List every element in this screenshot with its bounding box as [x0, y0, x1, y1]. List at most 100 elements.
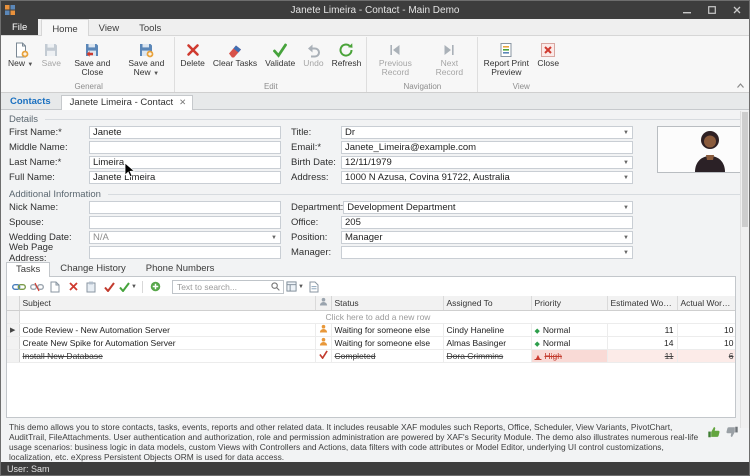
delete-button[interactable]: Delete: [176, 37, 209, 82]
tab-tools[interactable]: Tools: [129, 19, 171, 35]
column-header-estimated[interactable]: Estimated Work H...: [607, 296, 677, 310]
search-icon[interactable]: [271, 278, 280, 296]
manager-combo[interactable]: ▼: [341, 246, 633, 259]
cell-status[interactable]: Waiting for someone else: [331, 323, 443, 336]
task-actions-dropdown-icon[interactable]: ▼: [119, 279, 137, 294]
next-record-button[interactable]: Next Record: [422, 37, 476, 82]
delete-icon: [185, 40, 201, 59]
column-header-assigned-to[interactable]: Assigned To: [443, 296, 531, 310]
tab-home[interactable]: Home: [41, 19, 88, 36]
cell-estimated[interactable]: 11: [607, 349, 677, 362]
cell-status[interactable]: Completed: [331, 349, 443, 362]
undo-button[interactable]: Undo: [299, 37, 327, 82]
search-input[interactable]: [177, 282, 271, 292]
new-button[interactable]: New ▼: [4, 37, 37, 82]
task-row[interactable]: ▶ Code Review - New Automation Server Wa…: [7, 323, 736, 336]
cell-status[interactable]: Waiting for someone else: [331, 336, 443, 349]
refresh-icon: [338, 40, 354, 59]
tab-tasks[interactable]: Tasks: [6, 262, 50, 277]
cell-actual[interactable]: 6: [677, 349, 736, 362]
tab-file[interactable]: File: [1, 19, 38, 35]
task-row[interactable]: Create New Spike for Automation Server W…: [7, 336, 736, 349]
new-row-text[interactable]: Click here to add a new row: [19, 310, 736, 323]
close-tab-icon[interactable]: ✕: [179, 97, 186, 108]
layout-options-icon[interactable]: ▼: [286, 279, 304, 294]
cell-estimated[interactable]: 14: [607, 336, 677, 349]
document-tab[interactable]: Janete Limeira - Contact ✕: [61, 95, 194, 110]
cell-priority[interactable]: ▲High: [531, 349, 607, 362]
collapse-ribbon-icon[interactable]: [736, 82, 745, 89]
chevron-down-icon[interactable]: ▼: [620, 250, 629, 256]
contacts-nav-label[interactable]: Contacts: [1, 96, 61, 109]
cell-estimated[interactable]: 11: [607, 323, 677, 336]
clear-tasks-button[interactable]: Clear Tasks: [209, 37, 261, 82]
contact-photo[interactable]: [657, 126, 745, 173]
position-combo[interactable]: Manager▼: [341, 231, 633, 244]
thumbs-up-icon[interactable]: [707, 425, 721, 444]
tab-view[interactable]: View: [89, 19, 129, 35]
normal-priority-icon: ◆: [535, 341, 540, 348]
previous-record-button[interactable]: Previous Record: [368, 37, 422, 82]
status-icon-column-header[interactable]: [315, 296, 331, 310]
first-name-input[interactable]: Janete: [89, 126, 281, 139]
new-row[interactable]: Click here to add a new row: [7, 310, 736, 323]
report-print-preview-button[interactable]: Report Print Preview: [479, 37, 533, 82]
unlink-icon[interactable]: [29, 279, 45, 294]
validate-button[interactable]: Validate: [261, 37, 299, 82]
details-section-header: Details: [1, 110, 749, 125]
print-preview-icon[interactable]: [306, 279, 322, 294]
cell-assigned-to[interactable]: Almas Basinger: [443, 336, 531, 349]
save-and-close-button[interactable]: Save and Close: [65, 37, 119, 82]
cell-actual[interactable]: 10: [677, 323, 736, 336]
chevron-down-icon[interactable]: ▼: [620, 205, 629, 211]
wedding-date-picker[interactable]: N/A▼: [89, 231, 281, 244]
cell-subject[interactable]: Code Review - New Automation Server: [19, 323, 315, 336]
task-row-completed[interactable]: Install New Database Completed Dora Crim…: [7, 349, 736, 362]
mark-completed-icon[interactable]: [101, 279, 117, 294]
spouse-input[interactable]: [89, 216, 281, 229]
last-name-input[interactable]: Limeira: [89, 156, 281, 169]
scrollbar-thumb[interactable]: [742, 112, 748, 227]
clipboard-icon[interactable]: [83, 279, 99, 294]
chevron-down-icon[interactable]: ▼: [620, 175, 629, 181]
delete-task-icon[interactable]: [65, 279, 81, 294]
column-header-subject[interactable]: Subject: [19, 296, 315, 310]
office-input[interactable]: 205: [341, 216, 633, 229]
vertical-scrollbar[interactable]: [740, 111, 749, 428]
chevron-down-icon[interactable]: ▼: [268, 235, 277, 241]
save-button[interactable]: Save: [37, 37, 65, 82]
column-header-actual[interactable]: Actual Work Hours: [677, 296, 736, 310]
cell-subject[interactable]: Install New Database: [19, 349, 315, 362]
save-and-new-button[interactable]: Save and New ▼: [119, 37, 173, 82]
web-page-input[interactable]: [89, 246, 281, 259]
cell-actual[interactable]: 10: [677, 336, 736, 349]
document-tab-label: Janete Limeira - Contact: [70, 97, 174, 108]
add-record-icon[interactable]: [148, 279, 164, 294]
new-task-icon[interactable]: [47, 279, 63, 294]
focused-row-indicator: ▶: [7, 323, 19, 336]
full-name-input[interactable]: Janete Limeira: [89, 171, 281, 184]
link-icon[interactable]: [11, 279, 27, 294]
cell-priority[interactable]: ◆Normal: [531, 323, 607, 336]
birth-date-picker[interactable]: 12/11/1979▼: [341, 156, 633, 169]
chevron-down-icon[interactable]: ▼: [620, 160, 629, 166]
refresh-button[interactable]: Refresh: [328, 37, 366, 82]
middle-name-input[interactable]: [89, 141, 281, 154]
cell-priority[interactable]: ◆Normal: [531, 336, 607, 349]
column-header-priority[interactable]: Priority: [531, 296, 607, 310]
address-combo[interactable]: 1000 N Azusa, Covina 91722, Australia▼: [341, 171, 633, 184]
cell-subject[interactable]: Create New Spike for Automation Server: [19, 336, 315, 349]
cell-assigned-to[interactable]: Dora Crimmins: [443, 349, 531, 362]
chevron-down-icon[interactable]: ▼: [620, 235, 629, 241]
close-view-button[interactable]: Close: [533, 37, 563, 82]
dropdown-caret-icon: ▼: [153, 71, 159, 77]
thumbs-down-icon[interactable]: [725, 425, 739, 444]
department-combo[interactable]: Development Department▼: [343, 201, 633, 214]
chevron-down-icon[interactable]: ▼: [620, 130, 629, 136]
column-header-status[interactable]: Status: [331, 296, 443, 310]
cell-assigned-to[interactable]: Cindy Haneline: [443, 323, 531, 336]
email-input[interactable]: Janete_Limeira@example.com: [341, 141, 633, 154]
title-combo[interactable]: Dr▼: [341, 126, 633, 139]
tab-phone-numbers[interactable]: Phone Numbers: [136, 261, 225, 276]
nick-name-input[interactable]: [89, 201, 281, 214]
